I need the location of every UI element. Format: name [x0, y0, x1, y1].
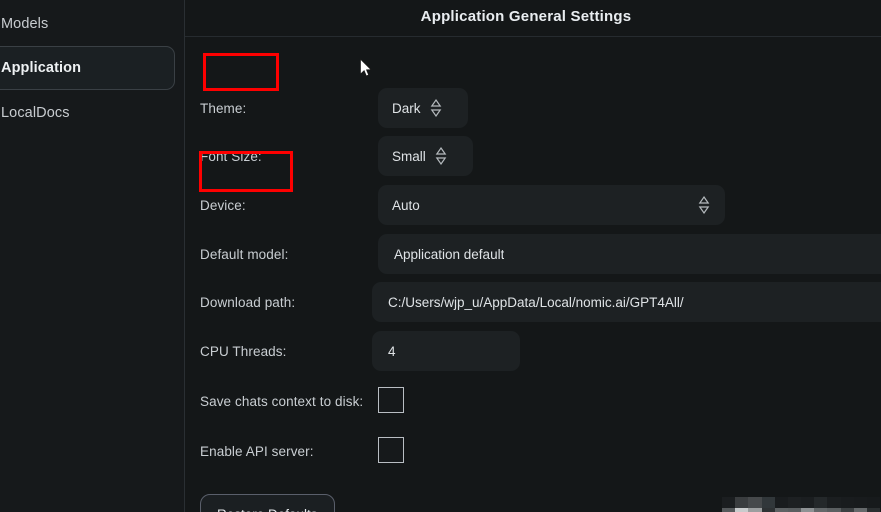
device-combobox[interactable]: Auto	[378, 185, 725, 225]
font-size-value: Small	[392, 148, 426, 164]
download-path-value: C:/Users/wjp_u/AppData/Local/nomic.ai/GP…	[388, 294, 684, 310]
cpu-threads-value: 4	[388, 343, 396, 359]
enable-api-server-label: Enable API server:	[200, 444, 314, 459]
device-value: Auto	[392, 197, 420, 213]
default-model-label: Default model:	[200, 247, 289, 262]
chevron-up-down-icon	[435, 146, 447, 166]
settings-window: Models Application LocalDocs Application…	[0, 0, 881, 512]
sidebar-item-application[interactable]: Application	[0, 46, 175, 90]
save-chats-context-label: Save chats context to disk:	[200, 394, 364, 409]
save-chats-context-checkbox[interactable]	[378, 387, 404, 413]
settings-sidebar: Models Application LocalDocs	[0, 0, 185, 512]
theme-combobox[interactable]: Dark	[378, 88, 468, 128]
default-model-combobox[interactable]: Application default	[378, 234, 881, 274]
page-title: Application General Settings	[420, 8, 632, 25]
device-label: Device:	[200, 198, 246, 213]
restore-defaults-button[interactable]: Restore Defaults	[200, 494, 335, 512]
theme-label: Theme:	[200, 101, 247, 116]
theme-value: Dark	[392, 100, 421, 116]
pixelated-redaction-block	[722, 497, 880, 512]
sidebar-item-label: Application	[1, 60, 82, 76]
cpu-threads-label: CPU Threads:	[200, 344, 287, 359]
font-size-label: Font Size:	[200, 149, 262, 164]
default-model-value: Application default	[394, 246, 505, 262]
chevron-up-down-icon	[430, 98, 441, 118]
sidebar-item-label: Models	[1, 16, 49, 32]
download-path-label: Download path:	[200, 295, 296, 310]
chevron-up-down-icon	[698, 195, 710, 215]
panel-header: Application General Settings	[185, 0, 881, 37]
sidebar-item-localdocs[interactable]: LocalDocs	[0, 91, 175, 135]
mouse-pointer-icon	[360, 58, 373, 77]
font-size-combobox[interactable]: Small	[378, 136, 473, 176]
enable-api-server-checkbox[interactable]	[378, 437, 404, 463]
sidebar-item-models[interactable]: Models	[0, 2, 175, 46]
cpu-threads-input[interactable]: 4	[372, 331, 520, 371]
sidebar-item-label: LocalDocs	[1, 105, 70, 121]
download-path-input[interactable]: C:/Users/wjp_u/AppData/Local/nomic.ai/GP…	[372, 282, 881, 322]
settings-main-panel: Application General Settings Theme: Dark…	[185, 0, 881, 512]
